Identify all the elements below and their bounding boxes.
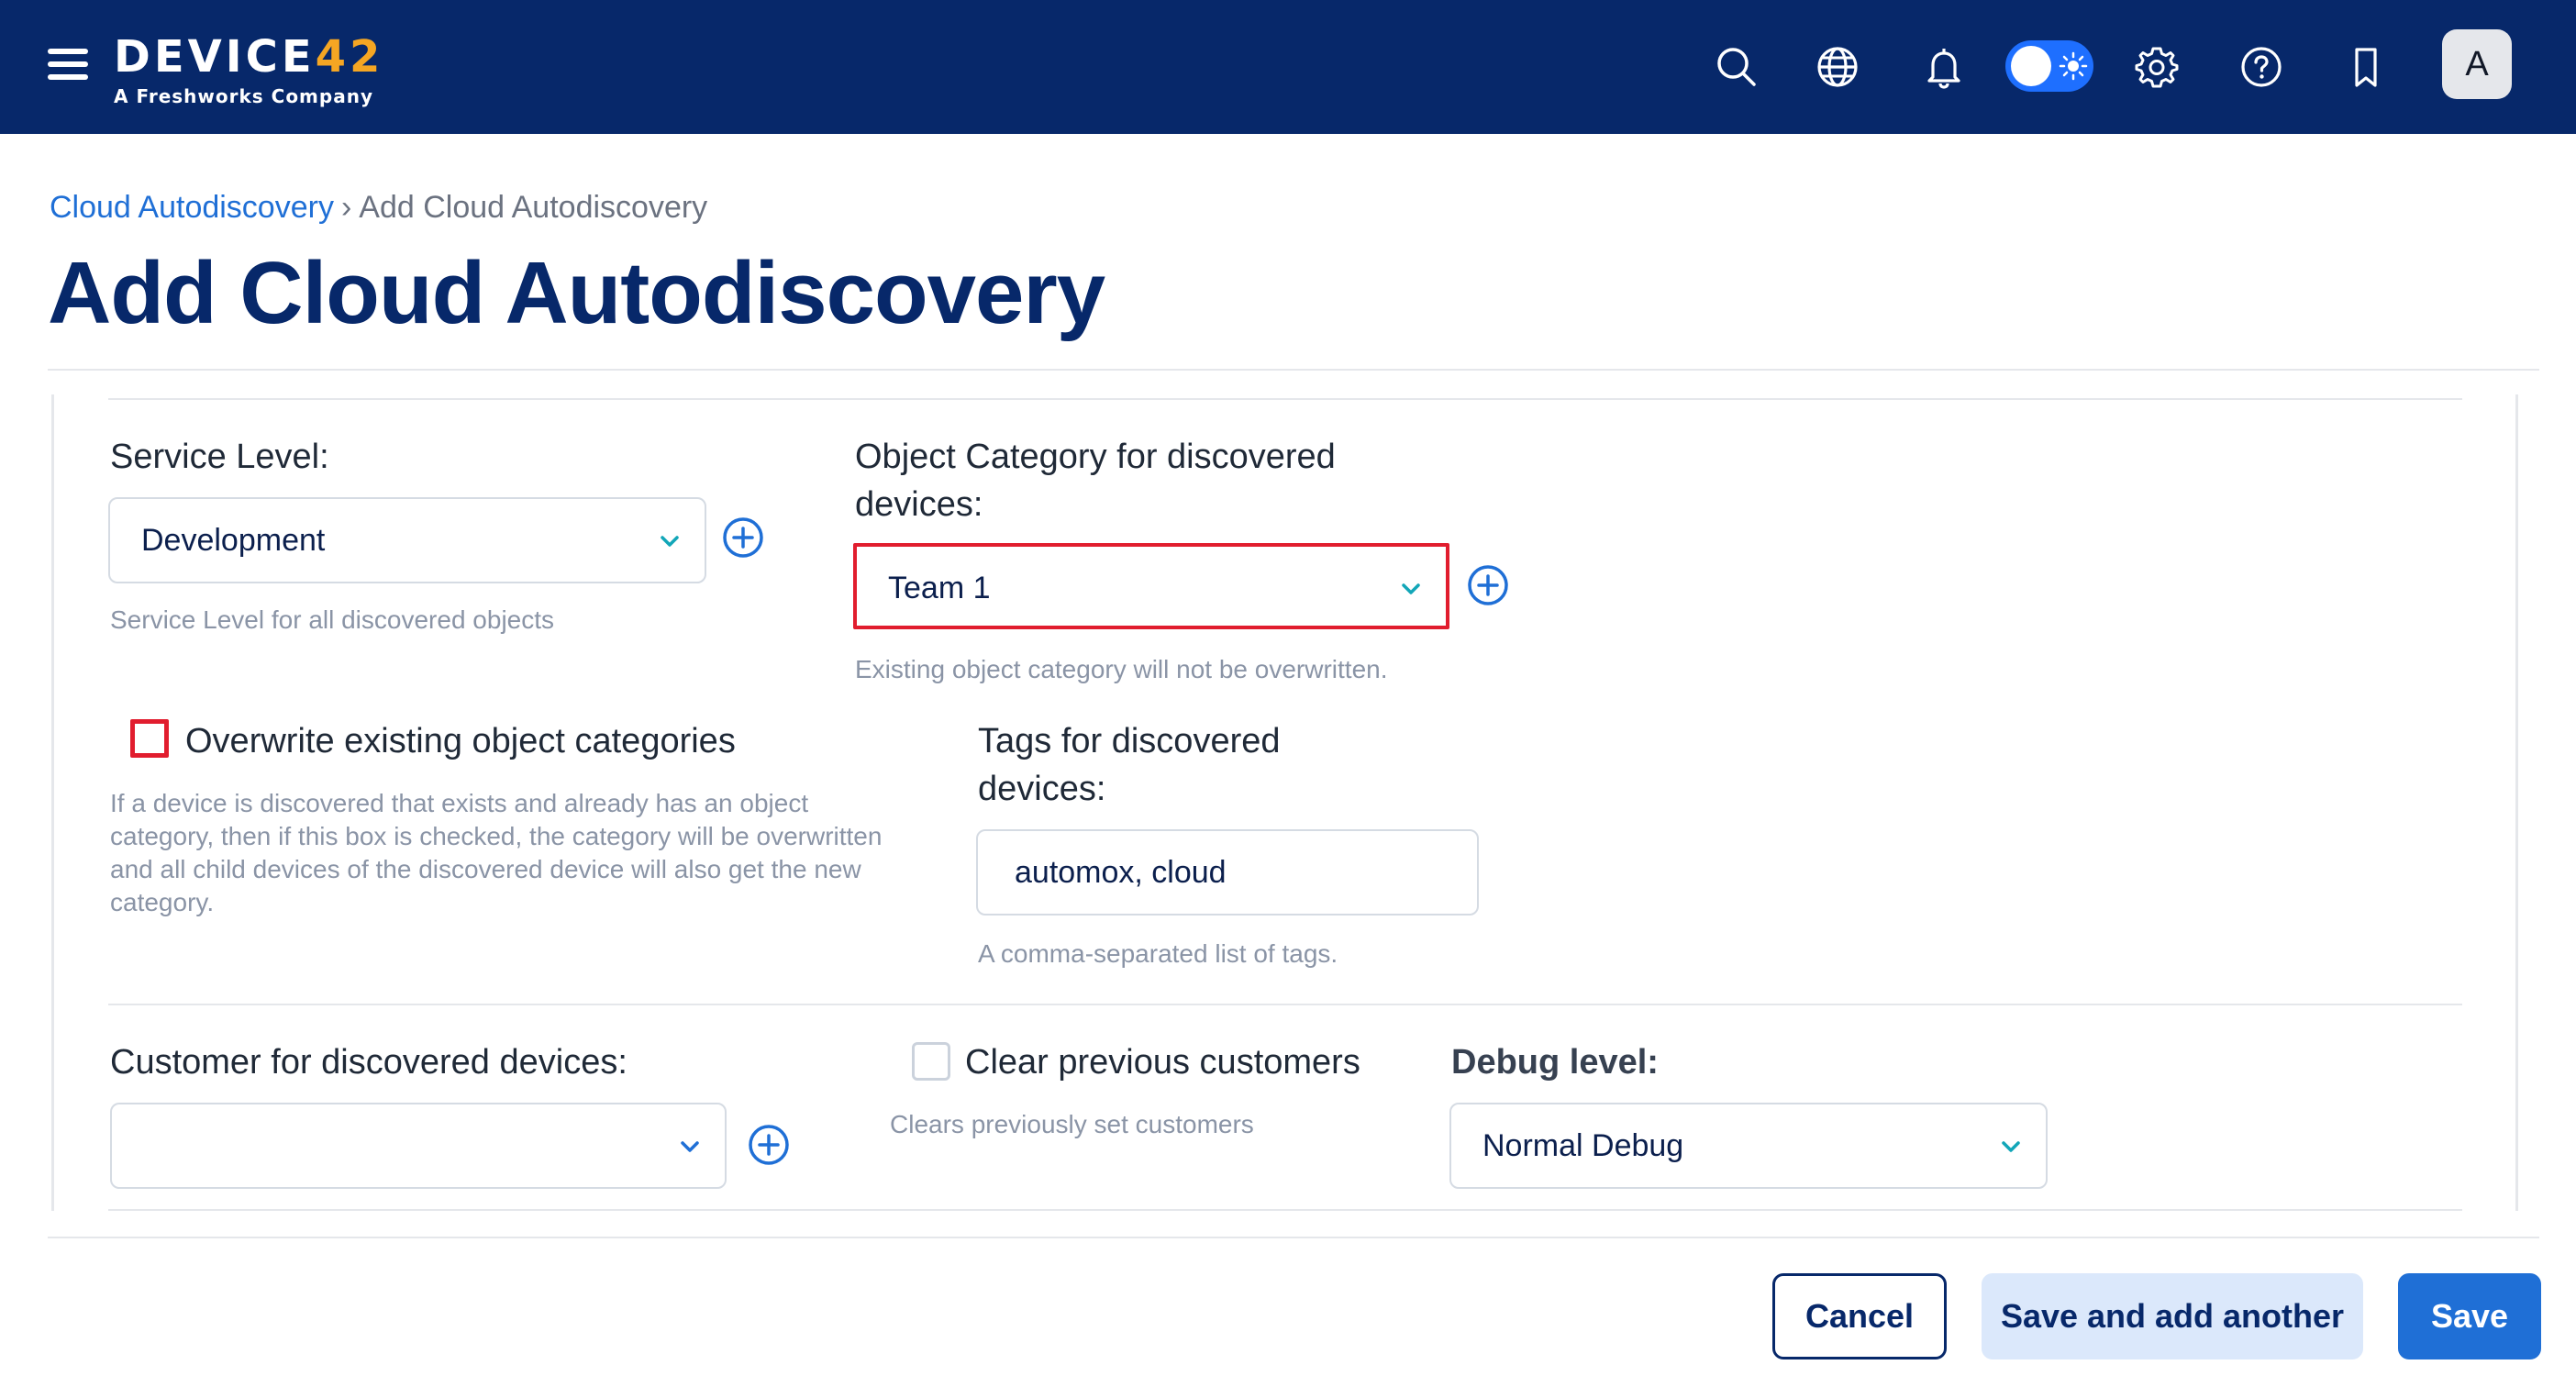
clear-customers-label: Clear previous customers: [965, 1043, 1360, 1082]
chevron-down-icon: [681, 1141, 699, 1152]
section-divider-middle: [108, 1004, 2462, 1005]
top-navigation-bar: DEVICE42 A Freshworks Company A: [0, 0, 2576, 134]
overwrite-help-line: If a device is discovered that exists an…: [110, 789, 809, 817]
section-divider-top: [108, 398, 2462, 400]
service-level-help: Service Level for all discovered objects: [110, 605, 555, 634]
sun-icon: [2059, 51, 2088, 81]
add-service-level-icon[interactable]: [721, 516, 765, 560]
object-category-select[interactable]: Team 1: [853, 543, 1449, 629]
search-icon[interactable]: [1710, 40, 1763, 94]
tags-input[interactable]: automox, cloud: [976, 829, 1479, 915]
footer-divider: [48, 1237, 2539, 1238]
hamburger-menu-icon[interactable]: [48, 46, 88, 83]
toggle-knob: [2011, 46, 2051, 86]
clear-customers-help: Clears previously set customers: [890, 1110, 1254, 1138]
object-category-label-line2: devices:: [855, 485, 983, 524]
tags-label-line1: Tags for discovered: [978, 722, 1281, 760]
debug-level-value: Normal Debug: [1482, 1128, 1684, 1163]
object-category-label-line1: Object Category for discovered: [855, 438, 1336, 476]
title-divider: [48, 369, 2539, 371]
logo-wordmark: DEVICE42: [114, 31, 384, 83]
object-category-help: Existing object category will not be ove…: [855, 655, 1388, 683]
tags-input-value: automox, cloud: [1015, 855, 1227, 890]
chevron-down-icon: [661, 536, 679, 547]
device42-logo[interactable]: DEVICE42 A Freshworks Company: [114, 31, 383, 108]
chevron-down-icon: [1402, 583, 1420, 594]
add-object-category-icon[interactable]: [1466, 563, 1510, 607]
customer-label: Customer for discovered devices:: [110, 1043, 627, 1082]
panel-right-border: [2515, 394, 2518, 1211]
save-button[interactable]: Save: [2398, 1273, 2541, 1359]
help-icon[interactable]: [2235, 40, 2288, 94]
bookmark-icon[interactable]: [2339, 40, 2393, 94]
overwrite-categories-label: Overwrite existing object categories: [185, 722, 736, 760]
service-level-label: Service Level:: [110, 438, 329, 476]
overwrite-categories-checkbox[interactable]: [130, 719, 169, 758]
save-and-add-another-button[interactable]: Save and add another: [1982, 1273, 2363, 1359]
bell-icon[interactable]: [1917, 40, 1971, 94]
theme-toggle[interactable]: [2005, 40, 2093, 92]
service-level-value: Development: [141, 523, 326, 558]
chevron-down-icon: [2002, 1141, 2020, 1152]
overwrite-help-line: and all child devices of the discovered …: [110, 855, 861, 883]
service-level-select[interactable]: Development: [108, 497, 706, 583]
breadcrumb: Cloud Autodiscovery › Add Cloud Autodiscov…: [50, 187, 707, 227]
clear-customers-checkbox[interactable]: [912, 1042, 950, 1081]
add-customer-icon[interactable]: [747, 1123, 791, 1167]
object-category-value: Team 1: [888, 571, 991, 605]
debug-level-select[interactable]: Normal Debug: [1449, 1103, 2048, 1189]
breadcrumb-cloud-autodiscovery-link[interactable]: Cloud Autodiscovery: [50, 190, 334, 225]
globe-icon[interactable]: [1811, 40, 1864, 94]
tags-label-line2: devices:: [978, 770, 1106, 808]
gear-icon[interactable]: [2130, 40, 2183, 94]
logo-subtitle: A Freshworks Company: [114, 85, 373, 107]
overwrite-help-line: category.: [110, 888, 215, 916]
debug-level-label: Debug level:: [1451, 1043, 1659, 1082]
panel-left-border: [51, 394, 54, 1211]
user-avatar[interactable]: A: [2442, 29, 2512, 99]
tags-help: A comma-separated list of tags.: [978, 939, 1338, 968]
breadcrumb-separator: ›: [340, 190, 352, 225]
cancel-button[interactable]: Cancel: [1772, 1273, 1947, 1359]
breadcrumb-current: Add Cloud Autodiscovery: [359, 190, 708, 225]
overwrite-help-line: category, then if this box is checked, t…: [110, 822, 883, 850]
section-divider-bottom: [108, 1209, 2462, 1211]
customer-select[interactable]: [110, 1103, 727, 1189]
page-title: Add Cloud Autodiscovery: [48, 244, 1105, 342]
